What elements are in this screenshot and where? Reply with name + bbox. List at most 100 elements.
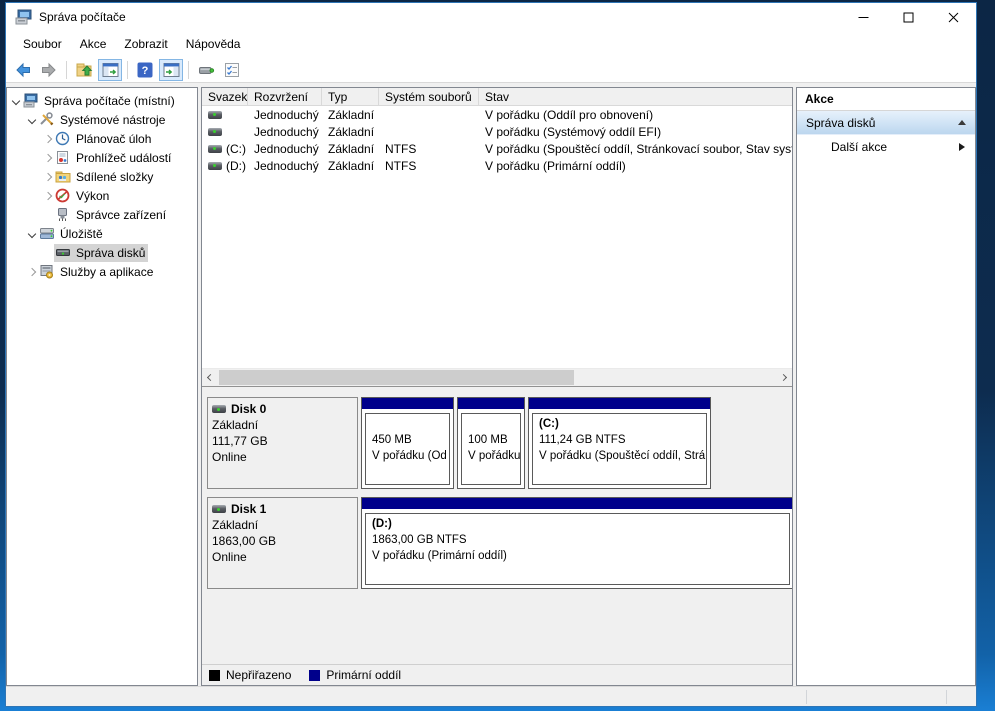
- volume-type: Základní: [322, 125, 379, 139]
- legend-label: Nepřiřazeno: [226, 668, 291, 682]
- menu-soubor[interactable]: Soubor: [14, 33, 71, 55]
- help-button[interactable]: ?: [133, 59, 157, 81]
- collapse-up-icon[interactable]: [958, 120, 966, 125]
- column-header-svazek[interactable]: Svazek: [202, 88, 248, 105]
- partition-efi[interactable]: 100 MB V pořádku: [457, 397, 525, 489]
- tree-item-label: Sdílené složky: [76, 170, 153, 184]
- toggle-action-pane-button[interactable]: [159, 59, 183, 81]
- disk-size: 111,77 GB: [212, 433, 353, 449]
- partition-type-strip: [458, 398, 524, 410]
- column-header-stav[interactable]: Stav: [479, 88, 792, 105]
- chevron-right-icon[interactable]: [42, 190, 54, 202]
- device-button[interactable]: [194, 59, 218, 81]
- partition-size: 100 MB: [468, 432, 520, 448]
- chevron-down-icon[interactable]: [10, 95, 22, 107]
- disk-icon: [212, 505, 226, 513]
- chevron-right-icon: [780, 374, 787, 381]
- tree-item-sdilene-slozky[interactable]: Sdílené složky: [7, 167, 197, 186]
- tree-item-prohlizec-udalosti[interactable]: Prohlížeč událostí: [7, 148, 197, 167]
- volume-type: Základní: [322, 108, 379, 122]
- disk-0-row: Disk 0 Základní 111,77 GB Online 450 MB …: [207, 397, 792, 489]
- disk-1-info[interactable]: Disk 1 Základní 1863,00 GB Online: [207, 497, 358, 589]
- scroll-left-button[interactable]: [202, 369, 219, 386]
- volume-type: Základní: [322, 159, 379, 173]
- volume-name: (D:): [226, 159, 246, 173]
- partition-status: V pořádku (Primární oddíl): [372, 548, 789, 564]
- scroll-right-button[interactable]: [775, 369, 792, 386]
- actions-header: Akce: [797, 88, 975, 111]
- back-button[interactable]: [11, 59, 35, 81]
- volume-icon: [208, 145, 222, 153]
- action-pane-icon: [163, 62, 180, 78]
- checklist-button[interactable]: [220, 59, 244, 81]
- volume-status: V pořádku (Spouštěcí oddíl, Stránkovací …: [479, 142, 792, 156]
- tree-item-spravce-zarizeni[interactable]: Správce zařízení: [7, 205, 197, 224]
- shared-folder-icon: [55, 169, 72, 185]
- desktop: { "window": { "title": "Správa počítače"…: [0, 0, 995, 711]
- volume-list-header: Svazek Rozvržení Typ Systém souborů Stav: [202, 88, 792, 106]
- minimize-button[interactable]: [841, 3, 886, 31]
- graphical-view: Disk 0 Základní 111,77 GB Online 450 MB …: [202, 386, 792, 664]
- horizontal-scrollbar[interactable]: [202, 368, 792, 386]
- disk-status: Online: [212, 549, 353, 565]
- actions-group-sprava-disku[interactable]: Správa disků: [797, 111, 975, 135]
- selected-tree-item[interactable]: Správa disků: [54, 244, 148, 262]
- chevron-right-icon[interactable]: [42, 133, 54, 145]
- chevron-down-icon[interactable]: [26, 228, 38, 240]
- volume-fs: NTFS: [379, 142, 479, 156]
- menu-akce[interactable]: Akce: [71, 33, 116, 55]
- partition-recovery[interactable]: 450 MB V pořádku (Od: [361, 397, 454, 489]
- tree-item-label: Správce zařízení: [76, 208, 166, 222]
- legend-bar: Nepřiřazeno Primární oddíl: [202, 664, 792, 685]
- tree-item-vykon[interactable]: Výkon: [7, 186, 197, 205]
- menu-zobrazit[interactable]: Zobrazit: [115, 33, 176, 55]
- tree-item-sprava-pocitace[interactable]: Správa počítače (místní): [7, 91, 197, 110]
- up-level-button[interactable]: [72, 59, 96, 81]
- forward-button[interactable]: [37, 59, 61, 81]
- menu-napoveda[interactable]: Nápověda: [177, 33, 250, 55]
- partition-d[interactable]: (D:) 1863,00 GB NTFS V pořádku (Primární…: [361, 497, 792, 589]
- event-log-icon: [55, 150, 72, 166]
- tree-item-sluzby-a-aplikace[interactable]: Služby a aplikace: [7, 262, 197, 281]
- chevron-right-icon[interactable]: [42, 152, 54, 164]
- scrollbar-thumb[interactable]: [219, 370, 574, 385]
- actions-item-dalsi-akce[interactable]: Další akce: [797, 135, 975, 158]
- tools-icon: [39, 112, 56, 128]
- column-header-system-souboru[interactable]: Systém souborů: [379, 88, 479, 105]
- close-button[interactable]: [931, 3, 976, 31]
- maximize-button[interactable]: [886, 3, 931, 31]
- volume-type: Základní: [322, 142, 379, 156]
- volume-icon: [208, 162, 222, 170]
- toggle-console-tree-button[interactable]: [98, 59, 122, 81]
- tree-item-uloziste[interactable]: Úložiště: [7, 224, 197, 243]
- checklist-icon: [224, 62, 240, 78]
- graph-empty-space: [207, 589, 792, 664]
- title-bar[interactable]: Správa počítače: [6, 3, 976, 31]
- tree-item-sprava-disku[interactable]: Správa disků: [7, 243, 197, 262]
- tree-item-label: Výkon: [76, 189, 109, 203]
- chevron-placeholder: [42, 209, 54, 221]
- partition-type-strip: [362, 498, 792, 510]
- volume-row[interactable]: Jednoduchý Základní V pořádku (Oddíl pro…: [202, 106, 792, 123]
- chevron-down-icon[interactable]: [26, 114, 38, 126]
- toolbar: ?: [6, 57, 976, 83]
- disk-0-info[interactable]: Disk 0 Základní 111,77 GB Online: [207, 397, 358, 489]
- svg-text:?: ?: [142, 65, 149, 77]
- column-header-typ[interactable]: Typ: [322, 88, 379, 105]
- services-icon: [39, 264, 56, 280]
- chevron-right-icon[interactable]: [42, 171, 54, 183]
- disk-size: 1863,00 GB: [212, 533, 353, 549]
- legend-label: Primární oddíl: [326, 668, 401, 682]
- partition-c[interactable]: (C:) 111,24 GB NTFS V pořádku (Spouštěcí…: [528, 397, 711, 489]
- column-header-rozvrzeni[interactable]: Rozvržení: [248, 88, 322, 105]
- tree-item-systemove-nastroje[interactable]: Systémové nástroje: [7, 110, 197, 129]
- forward-icon: [41, 62, 57, 78]
- volume-row[interactable]: (D:) Jednoduchý Základní NTFS V pořádku …: [202, 157, 792, 174]
- tree-item-planovac-uloh[interactable]: Plánovač úloh: [7, 129, 197, 148]
- chevron-right-icon[interactable]: [26, 266, 38, 278]
- menu-bar: Soubor Akce Zobrazit Nápověda: [6, 31, 976, 57]
- volume-row[interactable]: Jednoduchý Základní V pořádku (Systémový…: [202, 123, 792, 140]
- disk-name: Disk 1: [231, 501, 266, 517]
- volume-fs: NTFS: [379, 159, 479, 173]
- volume-row[interactable]: (C:) Jednoduchý Základní NTFS V pořádku …: [202, 140, 792, 157]
